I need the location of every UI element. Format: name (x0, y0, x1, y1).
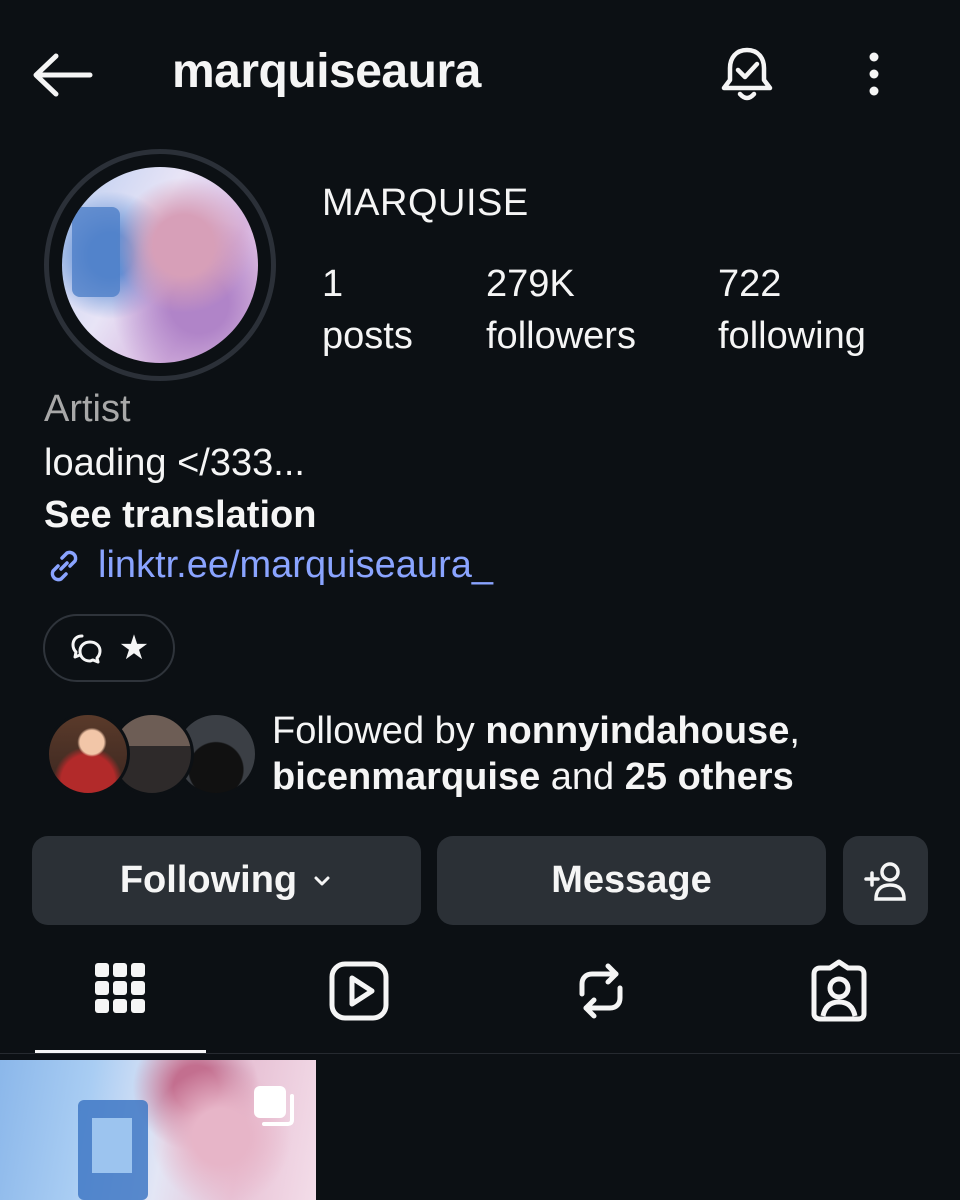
post-thumbnail[interactable] (0, 1060, 316, 1200)
stat-label: followers (486, 315, 636, 357)
more-options-icon[interactable] (858, 50, 890, 100)
reels-icon[interactable] (326, 958, 392, 1024)
stat-value: 1 (322, 263, 344, 305)
stat-posts[interactable]: 1 posts (322, 258, 413, 362)
carousel-icon (254, 1086, 294, 1126)
avatar-image (62, 167, 258, 363)
profile-link[interactable]: linktr.ee/marquiseaura_ (44, 544, 493, 587)
notification-bell-icon[interactable] (718, 44, 776, 104)
stat-value: 279K (486, 263, 575, 305)
profile-category: Artist (44, 388, 131, 430)
profile-avatar[interactable] (44, 149, 276, 381)
threads-icon (71, 634, 102, 664)
message-button[interactable]: Message (437, 836, 826, 925)
avatar (46, 712, 130, 796)
chevron-down-icon (314, 876, 330, 885)
stat-followers[interactable]: 279K followers (486, 258, 636, 362)
see-translation-link[interactable]: See translation (44, 494, 316, 537)
following-button[interactable]: Following (32, 836, 421, 925)
profile-username: marquiseaura (172, 45, 481, 98)
tagged-icon[interactable] (806, 958, 872, 1024)
followed-by-prefix: Followed by (272, 710, 486, 752)
link-icon (50, 550, 78, 581)
star-icon: ★ (118, 629, 150, 667)
stat-following[interactable]: 722 following (718, 258, 866, 362)
add-user-icon (863, 861, 906, 901)
message-label: Message (551, 859, 712, 901)
tab-divider (0, 1053, 960, 1054)
grid-icon[interactable] (87, 958, 153, 1024)
threads-badge[interactable]: ★ (43, 614, 175, 682)
following-label: Following (119, 859, 298, 901)
reposts-icon[interactable] (568, 958, 634, 1024)
stat-label: posts (322, 315, 413, 357)
mutual-user-2: bicenmarquise (272, 756, 541, 798)
mutual-user-1: nonnyindahouse (485, 710, 790, 752)
back-arrow-icon[interactable] (30, 50, 96, 100)
stat-value: 722 (718, 263, 782, 305)
link-text: linktr.ee/marquiseaura_ (98, 544, 493, 586)
mutual-others: 25 others (624, 756, 794, 798)
and-text: and (540, 756, 625, 798)
mutual-followers-avatars[interactable] (46, 712, 258, 796)
suggest-users-button[interactable] (843, 836, 928, 925)
followed-by-text[interactable]: Followed by nonnyindahouse, bicenmarquise… (272, 708, 912, 800)
display-name: MARQUISE (322, 182, 529, 224)
stat-label: following (718, 315, 866, 357)
separator: , (789, 710, 800, 752)
profile-bio: loading </333... (44, 442, 305, 484)
